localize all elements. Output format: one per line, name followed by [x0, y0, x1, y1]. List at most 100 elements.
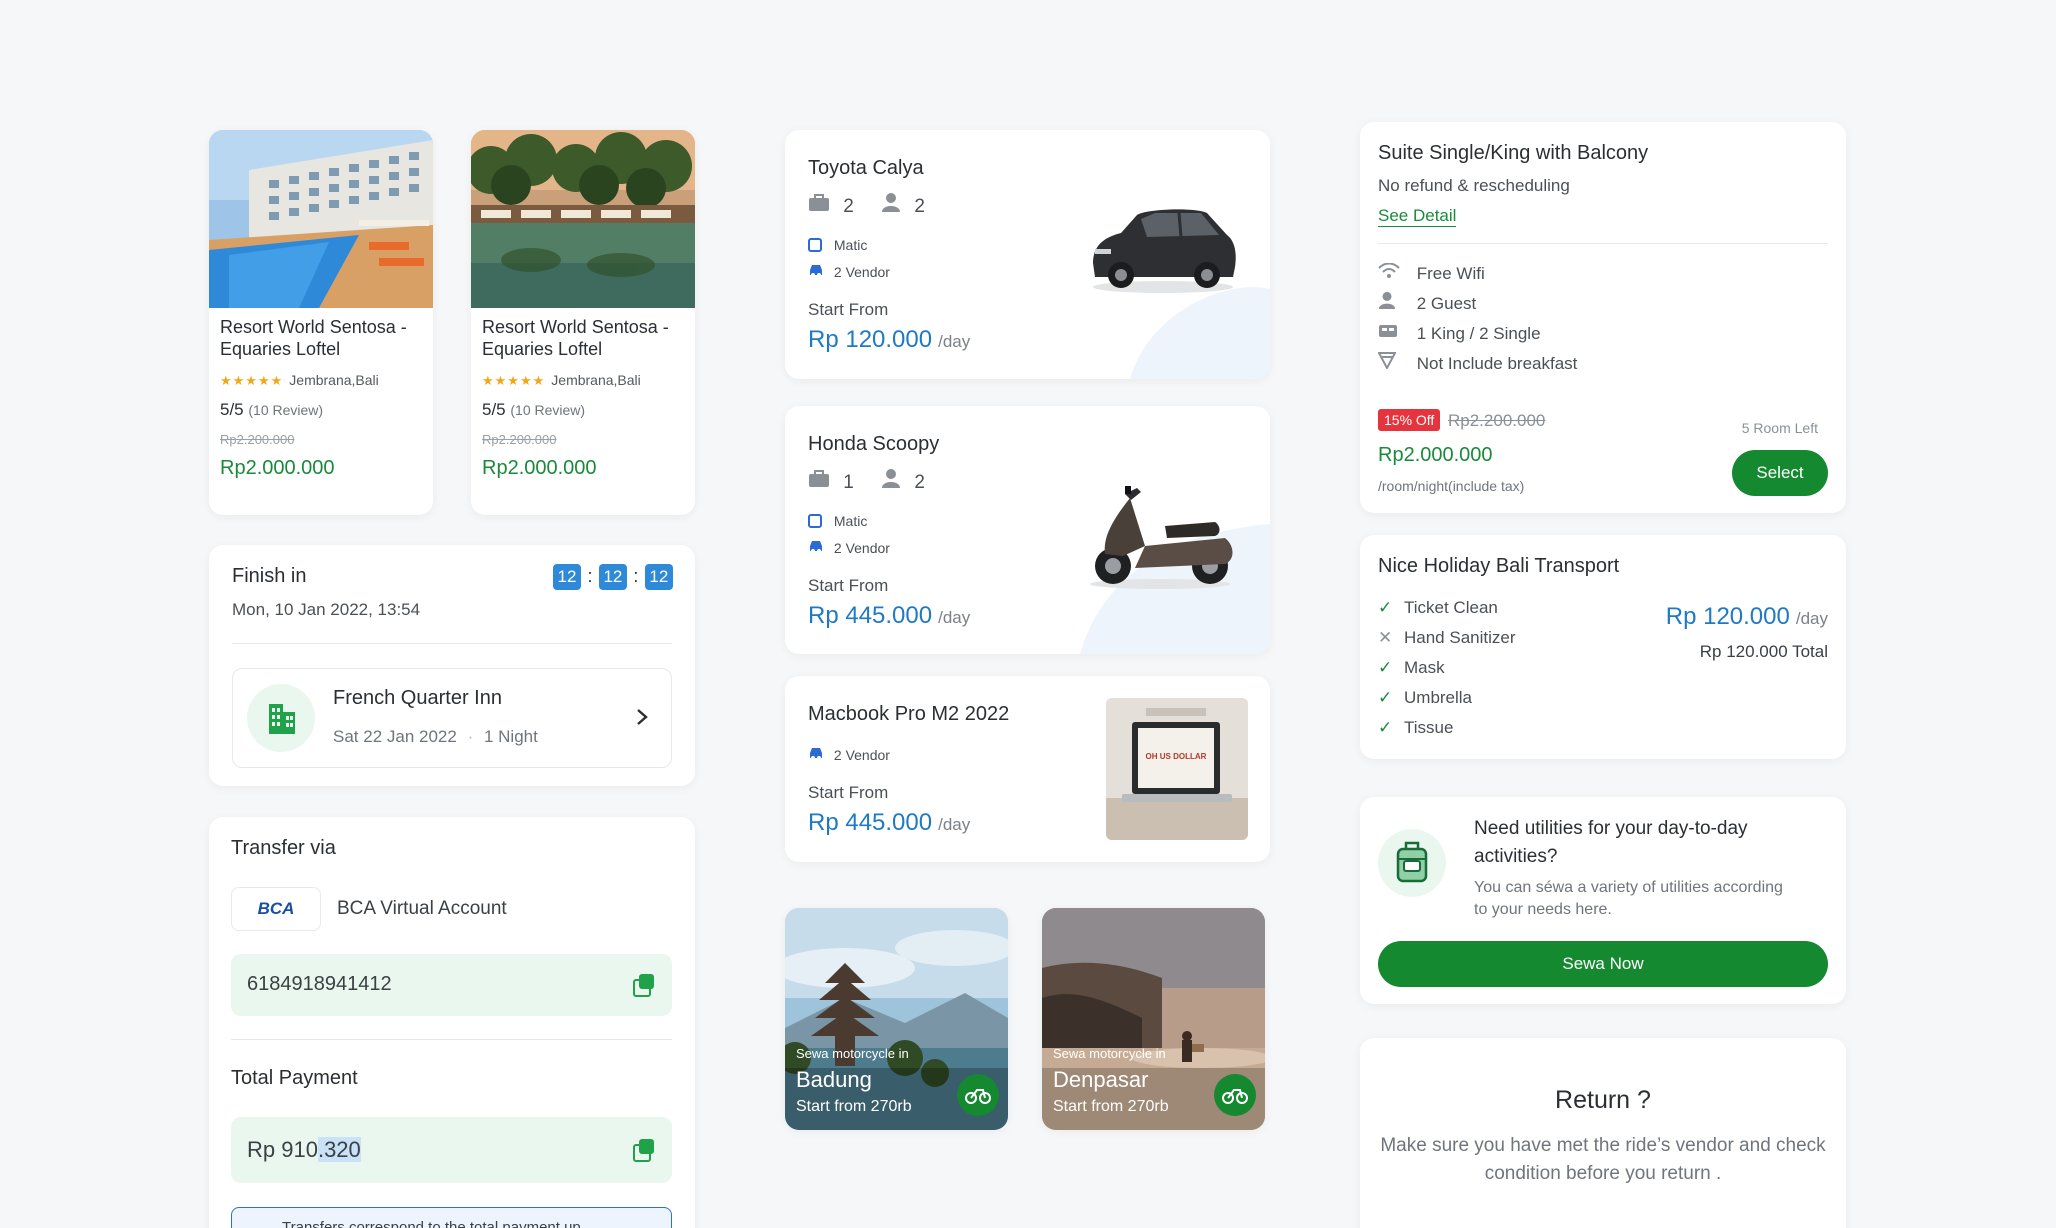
hotel-card[interactable]: Resort World Sentosa - Equaries Loftel ★…: [471, 130, 695, 515]
vehicle-price: Rp 445.000: [808, 602, 933, 629]
transfer-label: Transfer via: [231, 837, 336, 859]
booked-hotel-nights: 1 Night: [483, 727, 538, 746]
laptop-card[interactable]: Macbook Pro M2 2022 2 Vendor Start From …: [785, 676, 1270, 862]
select-button[interactable]: Select: [1732, 450, 1828, 496]
check-icon: ✓: [1378, 688, 1393, 707]
timer-minutes: 12: [598, 564, 627, 590]
discount-badge: 15% Off: [1378, 409, 1441, 431]
seat-count: 2: [914, 196, 925, 217]
finish-label: Finish in: [232, 565, 307, 587]
laptop-price: Rp 445.000: [808, 809, 933, 836]
booking-datetime: Mon, 10 Jan 2022, 13:54: [232, 600, 421, 619]
car-icon: [808, 747, 824, 763]
hotel-image-palms: [471, 130, 695, 308]
room-policy: No refund & rescheduling: [1378, 176, 1570, 195]
luggage-icon: [808, 194, 830, 217]
destination-caption: Sewa motorcycle in: [1053, 1046, 1166, 1061]
motorcycle-icon[interactable]: [957, 1074, 999, 1116]
transport-item-label: Umbrella: [1404, 688, 1473, 707]
person-icon: [881, 193, 901, 217]
feature-label: Free Wifi: [1416, 264, 1485, 283]
transport-item: ✓ Tissue: [1378, 713, 1516, 743]
chevron-right-icon: [635, 707, 649, 732]
feature-breakfast: Not Include breakfast: [1377, 349, 1577, 379]
utilities-card: Need utilities for your day-to-day activ…: [1360, 797, 1846, 1004]
transport-item: ✓ Ticket Clean: [1378, 593, 1516, 623]
destination-card[interactable]: Sewa motorcycle in Badung Start from 270…: [785, 908, 1008, 1130]
feature-guest: 2 Guest: [1378, 289, 1577, 319]
destination-caption: Sewa motorcycle in: [796, 1046, 909, 1061]
hotel-location: Jembrana,Bali: [551, 372, 641, 388]
vehicle-price-row: Rp 120.000/day: [808, 326, 970, 354]
booked-hotel-stay: Sat 22 Jan 2022 · 1 Night: [333, 727, 538, 746]
total-amount-prefix: Rp 910: [247, 1137, 318, 1162]
seat-count: 2: [914, 472, 925, 493]
booked-hotel-date: Sat 22 Jan 2022: [333, 727, 457, 746]
bag-count: 1: [843, 472, 854, 493]
building-icon: [247, 684, 315, 752]
booked-hotel-name: French Quarter Inn: [333, 687, 502, 709]
car-icon: [808, 540, 824, 556]
account-number-field[interactable]: 6184918941412: [231, 954, 672, 1016]
hotel-price: Rp2.000.000: [220, 457, 335, 479]
payment-card: Transfer via BCA BCA Virtual Account 618…: [209, 817, 695, 1228]
bank-logo-text: BCA: [257, 899, 295, 918]
see-detail-link[interactable]: See Detail: [1378, 206, 1457, 227]
room-price-note: /room/night(include tax): [1378, 478, 1525, 494]
timer-separator: :: [587, 566, 593, 586]
hotel-card[interactable]: Resort World Sentosa - Equaries Loftel ★…: [209, 130, 433, 515]
star-rating-icon: ★★★★★: [220, 373, 284, 388]
transport-item: ✓ Mask: [1378, 653, 1516, 683]
backpack-icon: [1378, 829, 1446, 897]
destination-start-price: Start from 270rb: [796, 1098, 912, 1115]
hotel-name: Resort World Sentosa - Equaries Loftel: [220, 317, 407, 359]
person-icon: [1378, 289, 1412, 319]
vendor-count: 2 Vendor: [833, 264, 890, 280]
hotel-rating: 5/5: [482, 400, 506, 419]
destination-city: Badung: [796, 1067, 872, 1092]
transmission-icon: [808, 238, 822, 252]
vehicle-card[interactable]: Honda Scoopy 1 2 Matic 2 Vendor Start Fr…: [785, 406, 1270, 654]
sewa-now-button[interactable]: Sewa Now: [1378, 941, 1828, 987]
check-icon: ✓: [1378, 598, 1393, 617]
transport-item: ✓ Umbrella: [1378, 683, 1516, 713]
room-old-price: Rp2.200.000: [1448, 411, 1546, 430]
start-from-label: Start From: [808, 300, 889, 319]
vehicle-capacity: 2 2: [808, 192, 925, 218]
feature-bed: 1 King / 2 Single: [1378, 319, 1577, 349]
price-unit: /day: [938, 815, 971, 834]
motorcycle-icon[interactable]: [1214, 1074, 1256, 1116]
feature-wifi: Free Wifi: [1378, 259, 1577, 289]
luggage-icon: [808, 470, 830, 493]
copy-icon[interactable]: [633, 1139, 655, 1162]
transport-price-row: Rp 120.000/day: [1666, 603, 1828, 631]
copy-icon[interactable]: [633, 974, 655, 997]
return-card: Return ? Make sure you have met the ride…: [1360, 1038, 1846, 1228]
total-payment-field[interactable]: Rp 910.320: [231, 1117, 672, 1183]
return-body: Make sure you have met the ride’s vendor…: [1380, 1135, 1826, 1184]
timer-hours: 12: [553, 564, 581, 590]
transport-card[interactable]: Nice Holiday Bali Transport ✓ Ticket Clea…: [1360, 535, 1846, 759]
booked-hotel-row[interactable]: French Quarter Inn Sat 22 Jan 2022 · 1 N…: [232, 668, 672, 768]
room-card[interactable]: Suite Single/King with Balcony No refund…: [1360, 122, 1846, 513]
price-unit: /day: [938, 608, 971, 627]
vendor-row: 2 Vendor: [808, 263, 890, 280]
booking-countdown-card: Finish in Mon, 10 Jan 2022, 13:54 12 : 1…: [209, 545, 695, 786]
transport-item-label: Hand Sanitizer: [1404, 628, 1516, 647]
wifi-icon: [1378, 259, 1412, 289]
transfer-note: Transfers correspond to the total paymen…: [282, 1219, 581, 1228]
destination-start-price: Start from 270rb: [1053, 1098, 1169, 1115]
bed-icon: [1378, 319, 1412, 349]
check-icon: ✓: [1378, 658, 1393, 677]
price-unit: /day: [1795, 609, 1828, 628]
total-payment-label: Total Payment: [231, 1067, 358, 1089]
vehicle-card[interactable]: Toyota Calya 2 2 Matic 2 Vendor Start Fr…: [785, 130, 1270, 379]
hotel-old-price: Rp2.200.000: [482, 432, 557, 447]
divider: [1378, 243, 1828, 244]
destination-card[interactable]: Sewa motorcycle in Denpasar Start from 2…: [1042, 908, 1265, 1130]
laptop-price-row: Rp 445.000/day: [808, 809, 970, 837]
cross-icon: ✕: [1378, 628, 1393, 647]
feature-label: 2 Guest: [1416, 294, 1477, 313]
car-image: [1085, 205, 1240, 300]
vehicle-name: Toyota Calya: [808, 157, 924, 179]
